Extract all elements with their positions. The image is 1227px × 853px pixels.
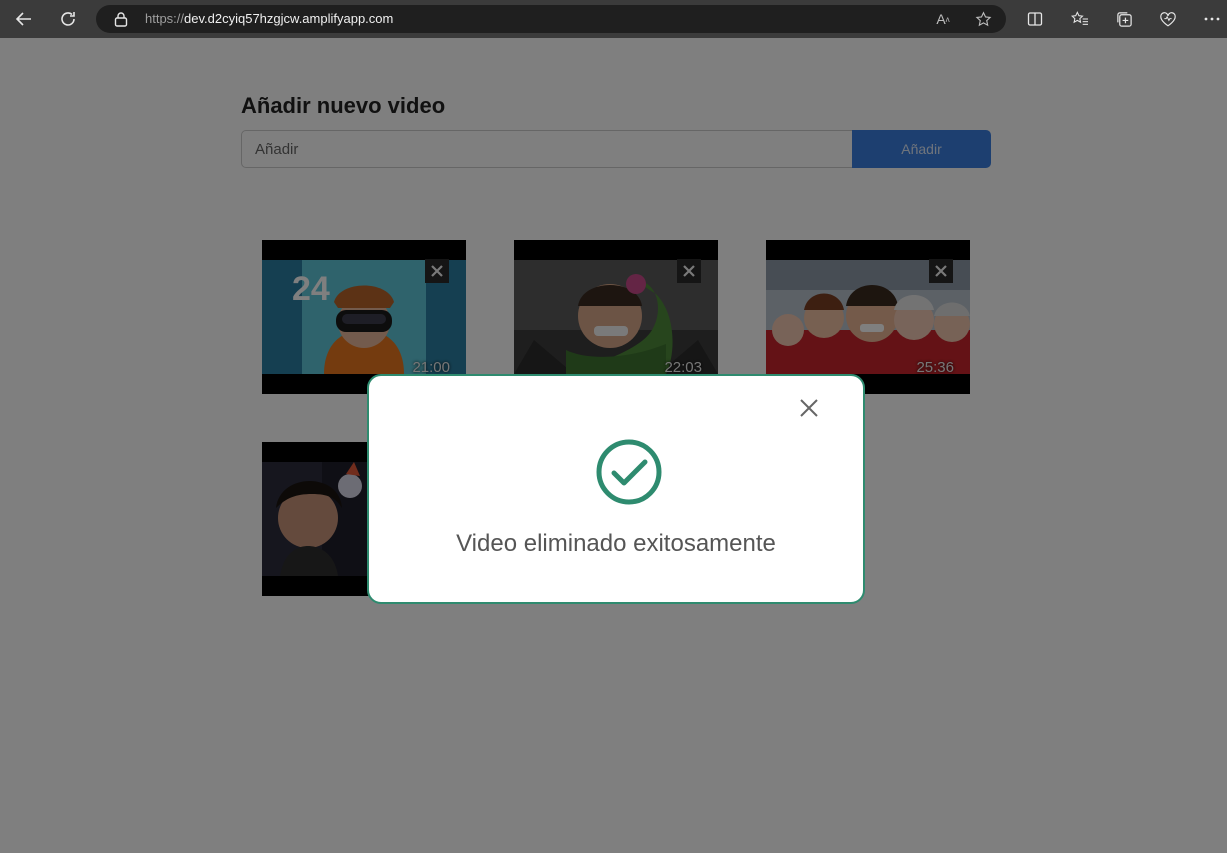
favorite-star-icon[interactable] <box>973 9 993 29</box>
collections-icon[interactable] <box>1108 3 1140 35</box>
address-bar[interactable]: https://dev.d2cyiq57hzgjcw.amplifyapp.co… <box>96 5 1006 33</box>
close-dialog-button[interactable] <box>797 396 821 420</box>
favorites-icon[interactable] <box>1064 3 1096 35</box>
url-scheme: https:// <box>145 11 185 26</box>
success-dialog: Video eliminado exitosamente <box>367 374 865 604</box>
browser-essentials-icon[interactable] <box>1152 3 1184 35</box>
back-icon[interactable] <box>8 3 40 35</box>
reload-icon[interactable] <box>52 3 84 35</box>
lock-icon <box>114 12 128 27</box>
more-options-icon[interactable] <box>1196 3 1227 35</box>
close-icon <box>800 399 818 417</box>
success-message: Video eliminado exitosamente <box>456 530 776 557</box>
browser-toolbar: https://dev.d2cyiq57hzgjcw.amplifyapp.co… <box>0 0 1227 38</box>
check-circle-icon <box>596 439 662 505</box>
read-aloud-icon[interactable]: Aʌ <box>933 9 953 29</box>
url-text: https://dev.d2cyiq57hzgjcw.amplifyapp.co… <box>145 11 393 26</box>
split-screen-icon[interactable] <box>1019 3 1051 35</box>
url-host: dev.d2cyiq57hzgjcw.amplifyapp.com <box>184 11 394 26</box>
